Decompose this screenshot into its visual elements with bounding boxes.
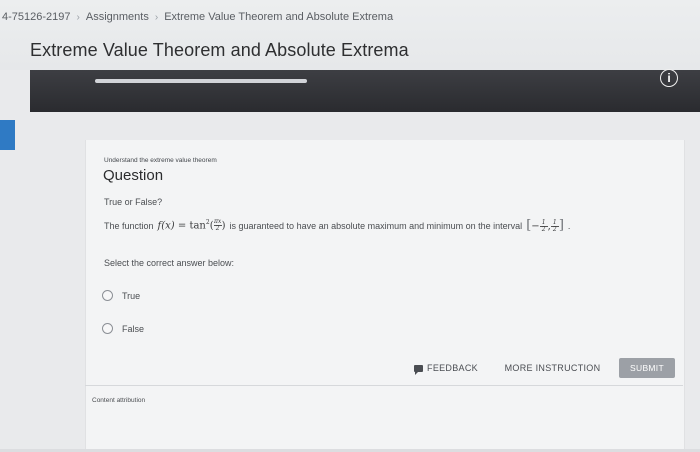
feedback-label: FEEDBACK: [427, 363, 478, 373]
function-expression: f(x) = tan2(πx 2): [157, 218, 226, 233]
content-attribution-link[interactable]: Content attribution: [92, 397, 145, 404]
function-name: f(x): [157, 220, 175, 232]
breadcrumb: 4-75126-2197 › Assignments › Extreme Val…: [2, 11, 393, 23]
breadcrumb-course-id[interactable]: 4-75126-2197: [2, 11, 71, 23]
page-title: Extreme Value Theorem and Absolute Extre…: [30, 40, 409, 60]
question-card: [85, 140, 685, 452]
submit-button[interactable]: SUBMIT: [619, 358, 675, 378]
breadcrumb-assignments[interactable]: Assignments: [86, 11, 149, 23]
info-icon[interactable]: i: [660, 69, 678, 87]
question-type-label: True or False?: [104, 197, 163, 207]
equals-sign: =: [177, 220, 187, 232]
answer-prompt: Select the correct answer below:: [104, 258, 235, 268]
breadcrumb-current: Extreme Value Theorem and Absolute Extre…: [164, 11, 394, 23]
progress-bar: [95, 79, 307, 83]
arg-denominator: 2: [215, 225, 220, 233]
interval-right: 12: [550, 220, 559, 233]
statement-pre: The function: [104, 220, 154, 231]
question-statement: The function f(x) = tan2(πx 2) is guarant…: [104, 218, 570, 233]
option-label: True: [122, 290, 141, 301]
assignment-header-bar: [30, 70, 700, 112]
interval-left: 12: [539, 220, 548, 233]
statement-mid: is guaranteed to have an absolute maximu…: [229, 220, 523, 231]
argument-fraction: πx 2: [213, 219, 222, 233]
more-instruction-button[interactable]: MORE INSTRUCTION: [500, 358, 605, 378]
interval-expression: [− 1 2, 1 2]: [526, 218, 564, 233]
feedback-button[interactable]: FEEDBACK: [413, 358, 479, 378]
function-body: tan: [189, 220, 206, 232]
breadcrumb-separator: ›: [154, 11, 159, 23]
option-label: False: [122, 323, 145, 334]
interval-right-den: 2: [552, 226, 557, 233]
option-true[interactable]: True: [102, 290, 140, 301]
statement-end: .: [567, 220, 571, 231]
feedback-icon: [414, 364, 424, 375]
interval-left-den: 2: [541, 226, 546, 233]
radio-icon[interactable]: [102, 290, 113, 301]
side-panel-toggle[interactable]: [0, 120, 15, 150]
option-false[interactable]: False: [102, 323, 144, 334]
breadcrumb-separator: ›: [76, 11, 80, 23]
divider: [85, 385, 683, 386]
skill-label: Understand the extreme value theorem: [104, 157, 217, 164]
question-heading: Question: [103, 167, 164, 184]
radio-icon[interactable]: [102, 323, 113, 334]
